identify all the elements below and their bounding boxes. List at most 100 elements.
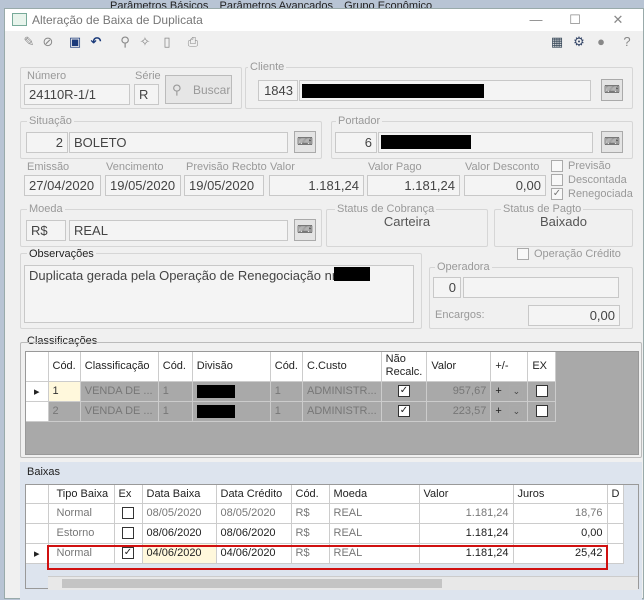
portador-lookup-button[interactable]: ⌨: [601, 131, 623, 153]
cell-moeda[interactable]: REAL: [329, 523, 420, 544]
ex-checkbox[interactable]: [122, 527, 134, 540]
numero-field[interactable]: 24110R-1/1: [24, 84, 130, 105]
ex-checkbox[interactable]: [535, 385, 548, 398]
cell-classificacao[interactable]: VENDA DE ...: [80, 401, 159, 422]
table-row[interactable]: Normal 08/05/2020 08/05/2020 R$ REAL 1.1…: [26, 503, 625, 524]
cell-cod[interactable]: 1: [48, 381, 81, 402]
chevron-down-icon[interactable]: ⌄: [509, 384, 524, 398]
print-icon[interactable]: ⎙: [185, 34, 201, 50]
save-icon[interactable]: ▣: [67, 34, 83, 50]
gear-icon[interactable]: ⚙: [571, 34, 587, 50]
cell-classificacao[interactable]: VENDA DE ...: [80, 381, 159, 402]
cell-tipo-baixa[interactable]: Normal: [48, 503, 115, 524]
table-row[interactable]: 2 VENDA DE ... 1 1 ADMINISTR... ✓ 223,57…: [26, 401, 557, 422]
cell-valor[interactable]: 1.181,24: [419, 523, 514, 544]
col-juros[interactable]: Juros: [513, 485, 608, 504]
cell-cod-ccusto[interactable]: 1: [270, 381, 304, 402]
col-ex[interactable]: EX: [527, 352, 557, 382]
cell-cod-divisao[interactable]: 1: [158, 381, 193, 402]
serie-field[interactable]: R: [134, 84, 159, 105]
table-row[interactable]: Estorno 08/06/2020 08/06/2020 R$ REAL 1.…: [26, 523, 625, 544]
user-icon[interactable]: ●: [593, 34, 609, 50]
operacao-credito-checkbox[interactable]: [517, 248, 529, 260]
cliente-lookup-button[interactable]: ⌨: [601, 79, 623, 101]
cell-cod[interactable]: R$: [291, 503, 330, 524]
cell-sinal[interactable]: + ⌄: [490, 401, 529, 422]
cell-juros[interactable]: 0,00: [513, 523, 608, 544]
col-ex[interactable]: Ex: [114, 485, 143, 504]
col-valor[interactable]: Valor: [426, 352, 492, 382]
tools-icon[interactable]: ✧: [137, 34, 153, 50]
cell-cod[interactable]: 2: [48, 401, 81, 422]
cell-data-credito[interactable]: 08/05/2020: [216, 503, 292, 524]
cell-ccusto[interactable]: ADMINISTR...: [302, 381, 382, 402]
chevron-down-icon[interactable]: ⌄: [509, 404, 524, 418]
col-cod[interactable]: Cód.: [291, 485, 330, 504]
buscar-button[interactable]: ⚲ Buscar: [165, 75, 232, 104]
col-data-credito[interactable]: Data Crédito: [216, 485, 292, 504]
moeda-symbol-field[interactable]: R$: [26, 220, 66, 241]
cell-tipo-baixa[interactable]: Estorno: [48, 523, 115, 544]
vencimento-field[interactable]: 19/05/2020: [105, 175, 181, 196]
col-divisao[interactable]: Divisão: [192, 352, 271, 382]
portador-code-field[interactable]: 6: [335, 132, 377, 153]
cell-divisao[interactable]: [192, 401, 271, 422]
valor-field[interactable]: 1.181,24: [269, 175, 364, 196]
calculator-icon[interactable]: ▦: [549, 34, 565, 50]
cell-juros[interactable]: 18,76: [513, 503, 608, 524]
help-icon[interactable]: ?: [619, 34, 635, 50]
col-ccusto[interactable]: C.Custo: [302, 352, 382, 382]
nao-recalc-checkbox[interactable]: ✓: [398, 405, 410, 418]
emissao-field[interactable]: 27/04/2020: [24, 175, 101, 196]
cell-ex[interactable]: [527, 381, 557, 402]
close-button[interactable]: ✕: [603, 11, 633, 29]
cell-nao-recalc[interactable]: ✓: [381, 381, 428, 402]
cell-valor[interactable]: 957,67: [426, 381, 492, 402]
col-cod-divisao[interactable]: Cód.: [158, 352, 193, 382]
edit-icon[interactable]: ✎: [21, 34, 37, 50]
cell-data-credito[interactable]: 08/06/2020: [216, 523, 292, 544]
col-data-baixa[interactable]: Data Baixa: [142, 485, 217, 504]
cell-ccusto[interactable]: ADMINISTR...: [302, 401, 382, 422]
situacao-lookup-button[interactable]: ⌨: [294, 131, 316, 153]
cell-cod-divisao[interactable]: 1: [158, 401, 193, 422]
situacao-code-field[interactable]: 2: [26, 132, 68, 153]
renegociada-checkbox[interactable]: ✓: [551, 188, 563, 200]
cell-ex[interactable]: [114, 503, 143, 524]
col-cod-ccusto[interactable]: Cód.: [270, 352, 304, 382]
cliente-code-field[interactable]: 1843: [258, 80, 298, 101]
col-d[interactable]: D: [607, 485, 625, 504]
operadora-code-field[interactable]: 0: [433, 277, 461, 298]
cell-sinal[interactable]: + ⌄: [490, 381, 529, 402]
col-classificacao[interactable]: Classificação: [80, 352, 159, 382]
undo-icon[interactable]: ↶: [88, 34, 104, 50]
table-row[interactable]: ▸ 1 VENDA DE ... 1 1 ADMINISTR... ✓ 957,…: [26, 381, 557, 402]
cell-ex[interactable]: [527, 401, 557, 422]
encargos-field[interactable]: 0,00: [528, 305, 620, 326]
valor-desconto-field[interactable]: 0,00: [464, 175, 546, 196]
ex-checkbox[interactable]: [122, 507, 134, 520]
cancel-icon[interactable]: ⊘: [40, 34, 56, 50]
scrollbar-thumb[interactable]: [62, 579, 442, 588]
cell-cod[interactable]: R$: [291, 523, 330, 544]
descontada-checkbox[interactable]: [551, 174, 563, 186]
moeda-lookup-button[interactable]: ⌨: [294, 219, 316, 241]
previsao-field[interactable]: 19/05/2020: [184, 175, 264, 196]
col-valor[interactable]: Valor: [419, 485, 514, 504]
minimize-button[interactable]: —: [521, 11, 551, 29]
cell-data-baixa[interactable]: 08/05/2020: [142, 503, 217, 524]
previsao-checkbox[interactable]: [551, 160, 563, 172]
cell-nao-recalc[interactable]: ✓: [381, 401, 428, 422]
col-cod[interactable]: Cód.: [48, 352, 81, 382]
cell-ex[interactable]: [114, 523, 143, 544]
col-tipo-baixa[interactable]: Tipo Baixa: [48, 485, 115, 504]
col-moeda[interactable]: Moeda: [329, 485, 420, 504]
cell-valor[interactable]: 223,57: [426, 401, 492, 422]
cell-cod-ccusto[interactable]: 1: [270, 401, 304, 422]
maximize-button[interactable]: ☐: [560, 11, 590, 29]
col-sinal[interactable]: +/-: [490, 352, 529, 382]
eraser-icon[interactable]: ▯: [159, 34, 175, 50]
cell-data-baixa[interactable]: 08/06/2020: [142, 523, 217, 544]
col-nao-recalc[interactable]: Não Recalc.: [381, 352, 428, 382]
cell-divisao[interactable]: [192, 381, 271, 402]
